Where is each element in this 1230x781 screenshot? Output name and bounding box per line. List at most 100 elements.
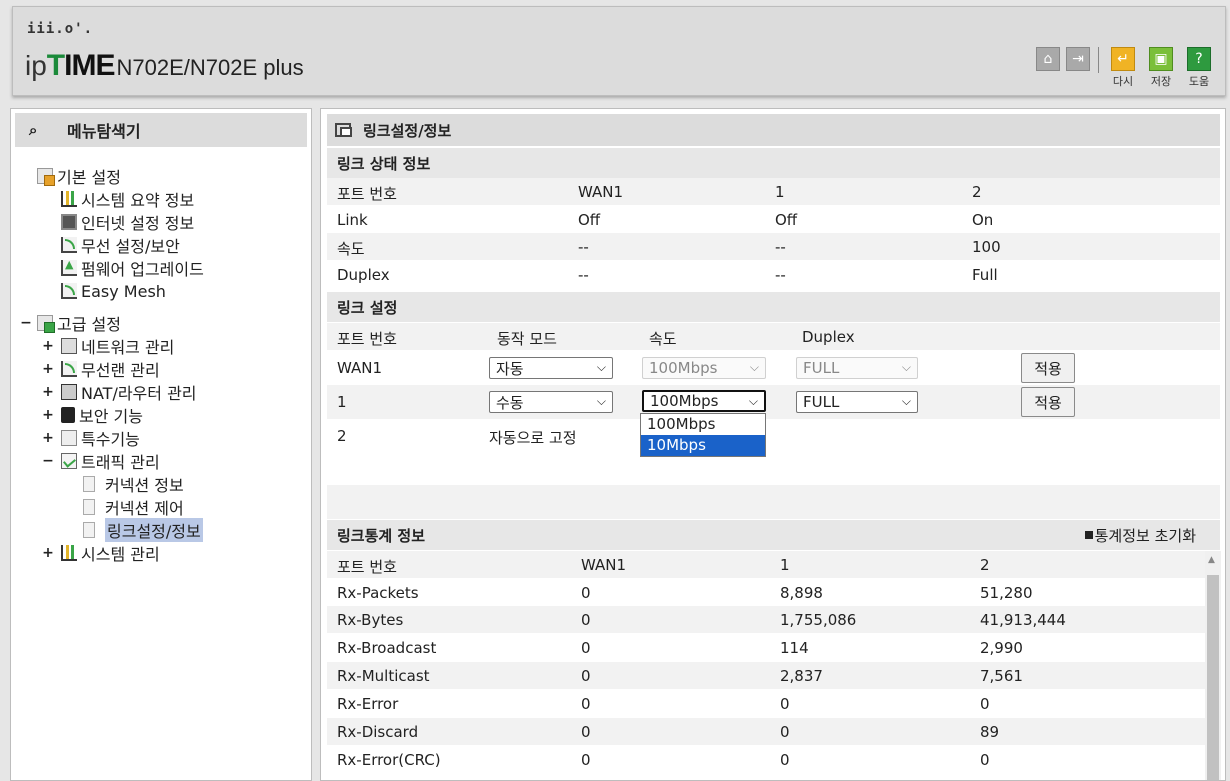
- section-title-text: 링크 상태 정보: [337, 154, 431, 173]
- table-cell: --: [578, 238, 589, 256]
- collapse-toggle[interactable]: −: [19, 315, 33, 331]
- menu-wireless-security[interactable]: 무선 설정/보안: [61, 234, 180, 256]
- table-cell: --: [775, 238, 786, 256]
- table-cell: 0: [581, 611, 591, 629]
- stats-scrollbar[interactable]: ▲: [1205, 551, 1221, 780]
- menu-link-settings[interactable]: 링크설정/정보: [83, 518, 203, 542]
- reset-stats-button[interactable]: 통계정보 초기화: [1084, 525, 1196, 546]
- menu-traffic[interactable]: − 트래픽 관리: [41, 450, 160, 472]
- chevron-down-icon: ⌵: [901, 360, 911, 374]
- menu-label: 커넥션 제어: [105, 499, 184, 518]
- column-header: 2: [972, 183, 982, 201]
- menu-basic-settings[interactable]: 기본 설정: [37, 165, 121, 187]
- menu-wireless-lan[interactable]: + 무선랜 관리: [41, 358, 160, 380]
- table-cell: 8,898: [780, 584, 823, 602]
- apply-button[interactable]: 적용: [1021, 387, 1075, 417]
- column-header: 포트 번호: [337, 558, 397, 576]
- table-row: Rx-Bytes 0 1,755,086 41,913,444: [327, 606, 1220, 633]
- help-button[interactable]: ? 도움: [1183, 47, 1215, 89]
- apply-button[interactable]: 적용: [1021, 353, 1075, 383]
- network-icon: [61, 338, 77, 354]
- speed-select[interactable]: 100Mbps ⌵: [642, 390, 766, 412]
- dropdown-option-selected[interactable]: 10Mbps: [641, 435, 765, 456]
- bar-chart-icon: [61, 191, 77, 207]
- expand-toggle[interactable]: +: [41, 384, 55, 400]
- menu-easy-mesh[interactable]: Easy Mesh: [61, 280, 166, 302]
- chevron-down-icon: ⌵: [749, 360, 759, 374]
- menu-label: 인터넷 설정 정보: [81, 214, 195, 233]
- speed-select[interactable]: 100Mbps ⌵: [642, 357, 766, 379]
- table-cell: 114: [780, 639, 809, 657]
- menu-internet-info[interactable]: 인터넷 설정 정보: [61, 211, 194, 233]
- column-header: Duplex: [802, 328, 855, 346]
- menu-firmware-upgrade[interactable]: 펌웨어 업그레이드: [61, 257, 204, 279]
- select-value: 수동: [496, 393, 524, 412]
- section-title-text: 링크통계 정보: [337, 526, 426, 545]
- duplex-select[interactable]: FULL ⌵: [796, 391, 918, 413]
- wifi-icon: [61, 283, 77, 299]
- wifi-icon: [61, 361, 77, 377]
- traffic-icon: [61, 453, 77, 469]
- menu-label: 시스템 관리: [81, 545, 160, 564]
- router-icon: [61, 384, 77, 400]
- menu-label: 네트워크 관리: [81, 338, 175, 357]
- table-cell: 2,990: [980, 639, 1023, 657]
- menu-nat-router[interactable]: + NAT/라우터 관리: [41, 381, 197, 403]
- table-row: Link Off Off On: [327, 206, 1220, 233]
- menu-system-summary[interactable]: 시스템 요약 정보: [61, 188, 194, 210]
- table-cell: 0: [780, 695, 790, 713]
- menu-label: 트래픽 관리: [81, 453, 160, 472]
- help-icon: ?: [1187, 47, 1211, 71]
- table-cell: On: [972, 211, 994, 229]
- port-label: 2: [337, 427, 347, 445]
- speed-dropdown-list[interactable]: 100Mbps 10Mbps: [640, 413, 766, 457]
- scrollbar-thumb[interactable]: [1207, 575, 1219, 780]
- mode-select[interactable]: 수동 ⌵: [489, 391, 613, 413]
- expand-toggle[interactable]: +: [41, 545, 55, 561]
- expand-toggle[interactable]: +: [41, 361, 55, 377]
- menu-network[interactable]: + 네트워크 관리: [41, 335, 174, 357]
- menu-label: 무선랜 관리: [81, 361, 160, 380]
- redo-button[interactable]: ↵ 다시: [1107, 47, 1139, 89]
- table-cell: Rx-Bytes: [337, 611, 404, 629]
- column-header: 동작 모드: [497, 330, 557, 348]
- menu-label: 무선 설정/보안: [81, 237, 180, 256]
- chevron-down-icon: ⌵: [748, 394, 758, 408]
- link-setting-row-wan1: WAN1 자동 ⌵ 100Mbps ⌵ FULL ⌵ 적용: [327, 351, 1220, 385]
- menu-connection-info[interactable]: 커넥션 정보: [83, 473, 184, 495]
- menu-security[interactable]: + 보안 기능: [41, 404, 143, 426]
- brand-time-rest: IME: [64, 49, 115, 82]
- link-setting-row-2: 2 자동으로 고정: [327, 419, 1220, 485]
- menu-advanced-settings[interactable]: − 고급 설정: [19, 312, 121, 334]
- table-cell: 89: [980, 723, 1000, 741]
- column-header: 1: [780, 556, 790, 574]
- duplex-select[interactable]: FULL ⌵: [796, 357, 918, 379]
- link-stats-section-title: 링크통계 정보 통계정보 초기화: [327, 520, 1220, 550]
- mode-select[interactable]: 자동 ⌵: [489, 357, 613, 379]
- reset-stats-label: 통계정보 초기화: [1094, 526, 1196, 545]
- collapse-toggle[interactable]: −: [41, 453, 55, 469]
- table-cell: 0: [581, 723, 591, 741]
- home-icon[interactable]: ⌂: [1036, 47, 1060, 71]
- save-button[interactable]: ▣ 저장: [1145, 47, 1177, 89]
- folder-icon: [37, 168, 55, 186]
- menu-connection-control[interactable]: 커넥션 제어: [83, 496, 184, 518]
- toolbar-divider: [1098, 47, 1099, 73]
- table-cell: 0: [581, 695, 591, 713]
- menu-label: NAT/라우터 관리: [81, 384, 197, 403]
- menu-explorer-header: ⌕ 메뉴탐색기: [15, 113, 307, 147]
- column-header: 포트 번호: [337, 330, 397, 348]
- menu-label: 기본 설정: [57, 168, 121, 187]
- table-cell: Off: [775, 211, 798, 229]
- table-cell: Duplex: [337, 266, 390, 284]
- scroll-up-icon[interactable]: ▲: [1208, 555, 1215, 565]
- table-cell: 0: [780, 751, 790, 769]
- expand-toggle[interactable]: +: [41, 338, 55, 354]
- logout-icon[interactable]: ⇥: [1066, 47, 1090, 71]
- dropdown-option[interactable]: 100Mbps: [641, 414, 765, 435]
- menu-special[interactable]: + 특수기능: [41, 427, 140, 449]
- chevron-down-icon: ⌵: [596, 360, 606, 374]
- menu-system-management[interactable]: + 시스템 관리: [41, 542, 160, 564]
- expand-toggle[interactable]: +: [41, 430, 55, 446]
- expand-toggle[interactable]: +: [41, 407, 55, 423]
